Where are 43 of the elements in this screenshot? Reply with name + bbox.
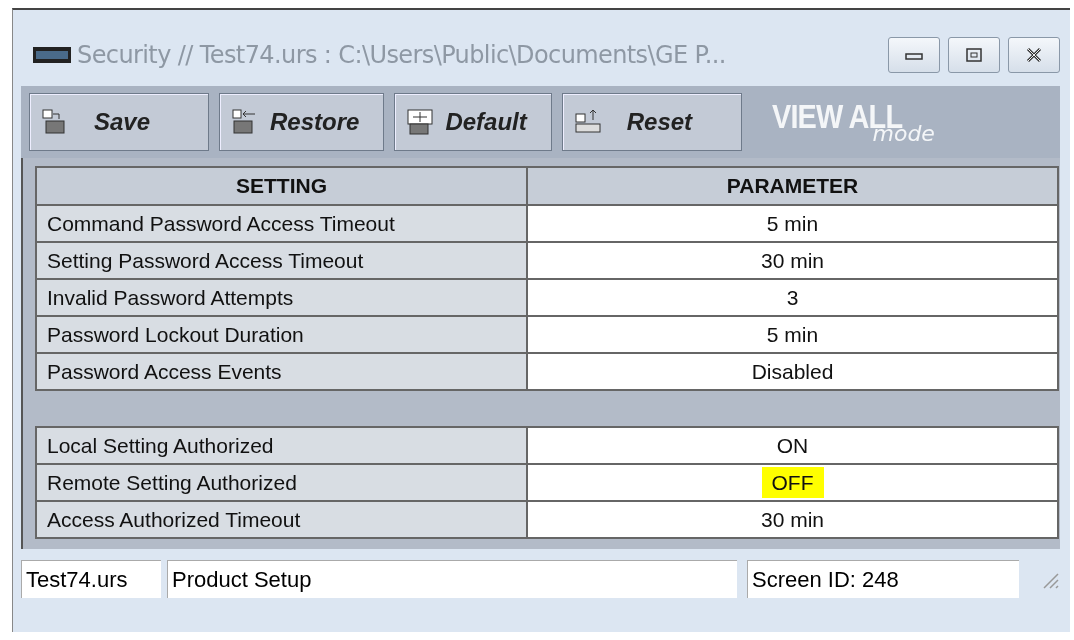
save-button[interactable]: Save bbox=[29, 93, 209, 151]
parameter-value: 5 min bbox=[765, 210, 820, 237]
parameter-cell[interactable]: Disabled bbox=[527, 353, 1058, 390]
parameter-value: 5 min bbox=[765, 321, 820, 348]
setting-cell: Remote Setting Authorized bbox=[36, 464, 527, 501]
parameter-value: ON bbox=[775, 432, 810, 459]
reset-icon bbox=[572, 108, 603, 136]
parameter-cell[interactable]: 30 min bbox=[527, 501, 1058, 538]
parameter-cell[interactable]: OFF bbox=[527, 464, 1058, 501]
parameter-cell[interactable]: ON bbox=[527, 427, 1058, 464]
parameter-value: 30 min bbox=[760, 506, 825, 533]
setting-cell: Access Authorized Timeout bbox=[36, 501, 527, 538]
minimize-icon bbox=[904, 50, 924, 60]
parameter-value: OFF bbox=[761, 466, 824, 498]
parameter-value: 30 min bbox=[760, 247, 825, 274]
parameter-value: 3 bbox=[785, 284, 800, 311]
setting-cell: Invalid Password Attempts bbox=[36, 279, 527, 316]
status-file: Test74.urs bbox=[21, 560, 161, 598]
parameter-cell[interactable]: 30 min bbox=[527, 242, 1058, 279]
default-button[interactable]: Default bbox=[394, 93, 552, 151]
status-section: Product Setup bbox=[167, 560, 737, 598]
parameter-cell[interactable]: 5 min bbox=[527, 205, 1058, 242]
window-title: Security // Test74.urs : C:\Users\Public\Documents\GE P... bbox=[77, 41, 727, 69]
parameter-value: Disabled bbox=[750, 358, 835, 385]
maximize-button[interactable] bbox=[948, 37, 1000, 73]
reset-button[interactable]: Reset bbox=[561, 93, 742, 151]
app-icon bbox=[33, 47, 71, 63]
close-button[interactable] bbox=[1008, 37, 1060, 73]
restore-button[interactable]: Restore bbox=[219, 93, 385, 151]
column-header: PARAMETER bbox=[527, 167, 1058, 205]
column-header: SETTING bbox=[36, 167, 527, 205]
setting-cell: Password Lockout Duration bbox=[36, 316, 527, 353]
parameter-cell[interactable]: 3 bbox=[527, 279, 1058, 316]
close-icon bbox=[1024, 47, 1044, 63]
setting-cell: Command Password Access Timeout bbox=[36, 205, 527, 242]
default-icon bbox=[405, 108, 436, 136]
minimize-button[interactable] bbox=[888, 37, 940, 73]
setting-cell: Local Setting Authorized bbox=[36, 427, 527, 464]
setting-cell: Password Access Events bbox=[36, 353, 527, 390]
parameter-cell[interactable]: 5 min bbox=[527, 316, 1058, 353]
status-screen-id: Screen ID: 248 bbox=[747, 560, 1019, 598]
maximize-icon bbox=[964, 47, 984, 63]
setting-cell: Setting Password Access Timeout bbox=[36, 242, 527, 279]
